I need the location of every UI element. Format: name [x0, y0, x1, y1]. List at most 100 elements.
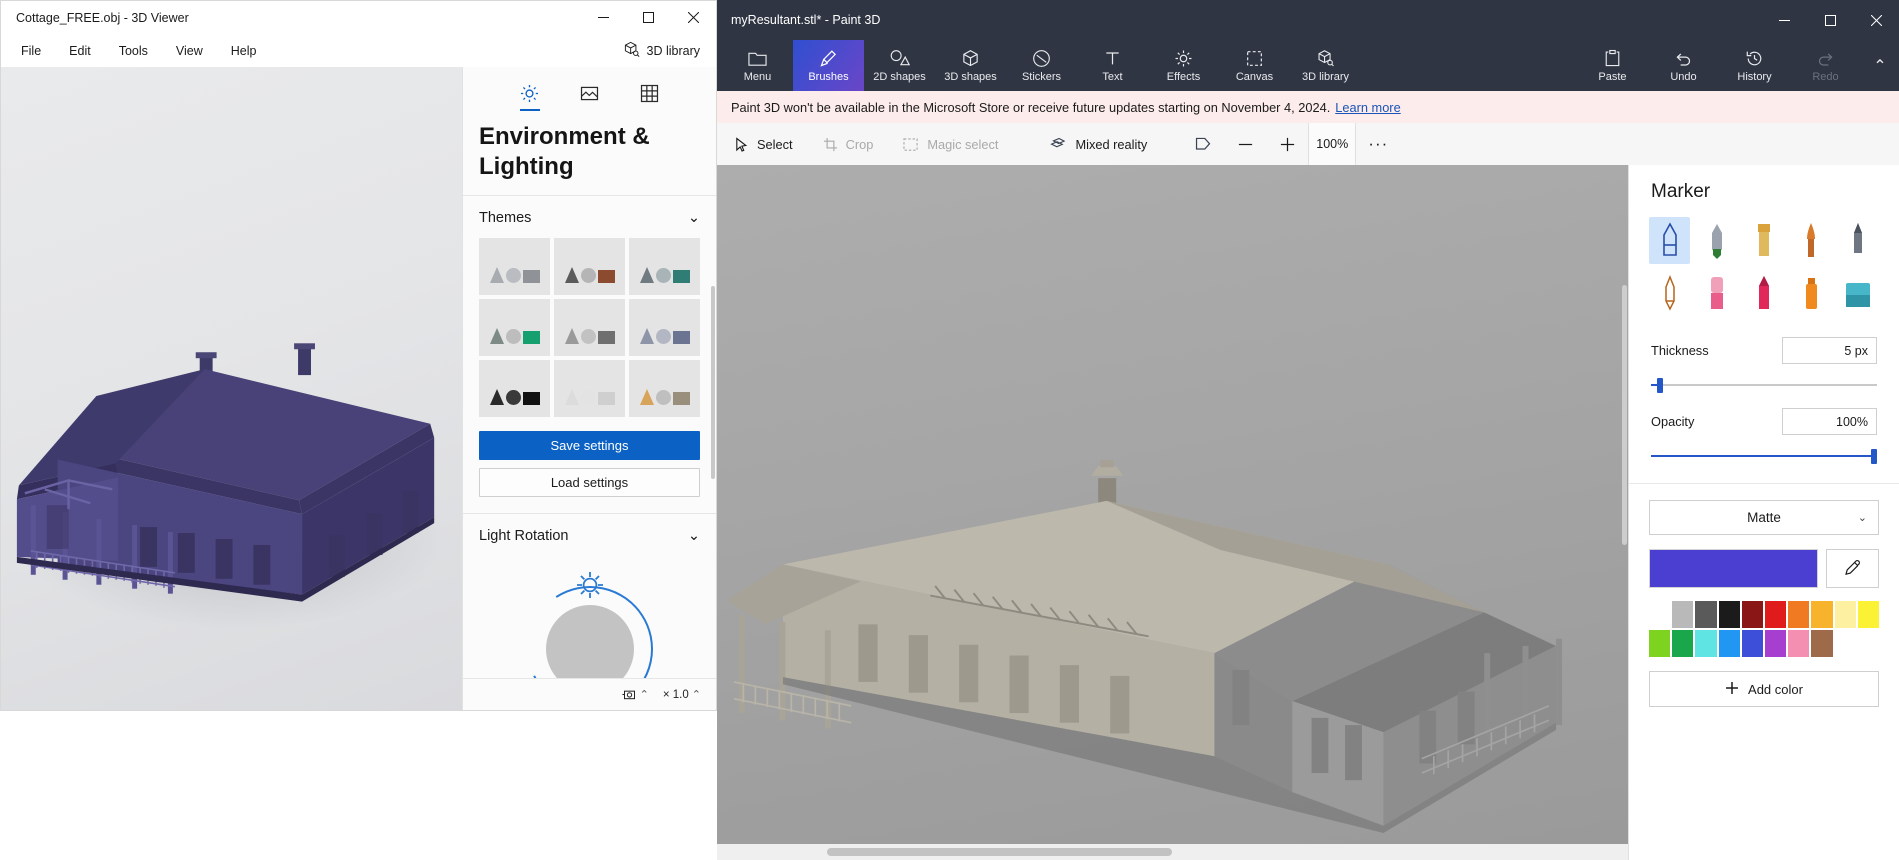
viewer-minimize-button[interactable] — [581, 1, 626, 34]
color-swatch[interactable] — [1765, 630, 1787, 657]
eraser-brush[interactable] — [1696, 270, 1737, 317]
color-swatch[interactable] — [1672, 630, 1694, 657]
color-swatch[interactable] — [1695, 630, 1717, 657]
viewer-3d-library-button[interactable]: 3D library — [613, 36, 717, 66]
watercolor-brush[interactable] — [1791, 217, 1832, 264]
thickness-slider[interactable] — [1651, 376, 1877, 394]
learn-more-link[interactable]: Learn more — [1335, 100, 1400, 115]
ribbon-3d-shapes[interactable]: 3D shapes — [935, 40, 1006, 91]
select-tool-button[interactable]: Select — [721, 131, 806, 158]
canvas-vscroll-thumb[interactable] — [1622, 285, 1627, 545]
canvas-horizontal-scrollbar[interactable] — [717, 844, 1628, 860]
cottage-model-render[interactable] — [1, 67, 462, 710]
fill-bucket-brush[interactable] — [1838, 270, 1879, 317]
viewer-3d-stage[interactable] — [1, 67, 462, 710]
viewer-zoom-level[interactable]: × 1.0 ⌃ — [658, 685, 706, 704]
menu-item-view[interactable]: View — [162, 39, 217, 63]
ribbon-canvas[interactable]: Canvas — [1219, 40, 1290, 91]
tab-grid[interactable] — [637, 80, 663, 106]
ribbon-2d-shapes[interactable]: 2D shapes — [864, 40, 935, 91]
ribbon-brushes[interactable]: Brushes — [793, 40, 864, 91]
color-swatch[interactable] — [1811, 630, 1833, 657]
save-settings-button[interactable]: Save settings — [479, 431, 700, 461]
color-swatch[interactable] — [1834, 601, 1856, 628]
viewer-camera-reset-button[interactable]: ⌃ — [617, 684, 654, 705]
viewer-maximize-button[interactable] — [626, 1, 671, 34]
crayon-brush[interactable] — [1743, 270, 1784, 317]
menu-item-edit[interactable]: Edit — [55, 39, 105, 63]
light-rotation-header[interactable]: Light Rotation ⌄ — [463, 514, 716, 556]
panel-scrollbar[interactable] — [710, 67, 716, 710]
color-swatch[interactable] — [1741, 630, 1763, 657]
tab-lighting[interactable] — [517, 80, 543, 111]
color-swatch[interactable] — [1649, 630, 1671, 657]
paint3d-close-button[interactable] — [1853, 0, 1899, 40]
color-swatch[interactable] — [1788, 601, 1810, 628]
ribbon-stickers[interactable]: Stickers — [1006, 40, 1077, 91]
color-swatch[interactable] — [1741, 601, 1763, 628]
menu-item-file[interactable]: File — [7, 39, 55, 63]
ribbon-undo[interactable]: Undo — [1648, 40, 1719, 91]
thickness-value-input[interactable]: 5 px — [1782, 337, 1877, 364]
view-3d-button[interactable] — [1182, 123, 1224, 165]
pixel-pen-brush[interactable] — [1838, 217, 1879, 264]
color-swatch[interactable] — [1718, 630, 1740, 657]
thickness-knob[interactable] — [1657, 378, 1664, 393]
paint3d-canvas[interactable] — [717, 165, 1628, 844]
pencil-brush[interactable] — [1649, 270, 1690, 317]
tab-image[interactable] — [577, 80, 603, 106]
color-swatch[interactable] — [1695, 601, 1717, 628]
oil-brush[interactable] — [1743, 217, 1784, 264]
mixed-reality-button[interactable]: Mixed reality — [1037, 131, 1160, 158]
paint3d-maximize-button[interactable] — [1807, 0, 1853, 40]
opacity-slider[interactable] — [1651, 447, 1877, 465]
canvas-hscroll-thumb[interactable] — [827, 848, 1172, 856]
current-color-swatch[interactable] — [1649, 549, 1818, 588]
themes-section-header[interactable]: Themes ⌄ — [463, 196, 716, 238]
more-options-button[interactable]: ··· — [1356, 123, 1400, 165]
ribbon-history[interactable]: History — [1719, 40, 1790, 91]
color-swatch[interactable] — [1811, 601, 1833, 628]
stl-model-render[interactable] — [717, 165, 1628, 844]
color-swatch[interactable] — [1788, 630, 1810, 657]
color-swatch[interactable] — [1857, 601, 1879, 628]
theme-swatch[interactable] — [479, 299, 550, 357]
color-swatch[interactable] — [1718, 601, 1740, 628]
ribbon-effects[interactable]: Effects — [1148, 40, 1219, 91]
zoom-in-button[interactable] — [1266, 123, 1308, 165]
viewer-close-button[interactable] — [671, 1, 716, 34]
theme-swatch[interactable] — [629, 360, 700, 418]
panel-scrollbar-thumb[interactable] — [711, 285, 715, 479]
ribbon-3d-library[interactable]: 3D library — [1290, 40, 1361, 91]
color-swatch[interactable] — [1649, 601, 1671, 628]
material-dropdown[interactable]: Matte ⌄ — [1649, 500, 1879, 535]
theme-swatch[interactable] — [629, 238, 700, 296]
marker-brush[interactable] — [1649, 217, 1691, 264]
theme-swatch[interactable] — [554, 238, 625, 296]
add-color-button[interactable]: Add color — [1649, 671, 1879, 707]
load-settings-button[interactable]: Load settings — [479, 468, 700, 498]
ribbon-collapse-button[interactable]: ⌃ — [1861, 40, 1899, 91]
zoom-level-display[interactable]: 100% — [1308, 123, 1357, 165]
theme-swatch[interactable] — [479, 360, 550, 418]
theme-swatch[interactable] — [554, 299, 625, 357]
theme-swatch[interactable] — [479, 238, 550, 296]
calligraphy-pen-brush[interactable] — [1696, 217, 1737, 264]
canvas-vertical-scrollbar[interactable] — [1621, 165, 1628, 844]
theme-swatch[interactable] — [629, 299, 700, 357]
ribbon-text[interactable]: Text — [1077, 40, 1148, 91]
zoom-out-button[interactable] — [1224, 123, 1266, 165]
opacity-value-input[interactable]: 100% — [1782, 408, 1877, 435]
crop-tool-button: Crop — [810, 131, 887, 158]
theme-swatch[interactable] — [554, 360, 625, 418]
ribbon-menu[interactable]: Menu — [722, 40, 793, 91]
color-swatch[interactable] — [1672, 601, 1694, 628]
opacity-knob[interactable] — [1871, 449, 1877, 464]
spray-can-brush[interactable] — [1791, 270, 1832, 317]
menu-item-help[interactable]: Help — [217, 39, 271, 63]
eyedropper-button[interactable] — [1826, 549, 1879, 588]
paint3d-minimize-button[interactable] — [1761, 0, 1807, 40]
menu-item-tools[interactable]: Tools — [105, 39, 162, 63]
color-swatch[interactable] — [1765, 601, 1787, 628]
ribbon-paste[interactable]: Paste — [1577, 40, 1648, 91]
